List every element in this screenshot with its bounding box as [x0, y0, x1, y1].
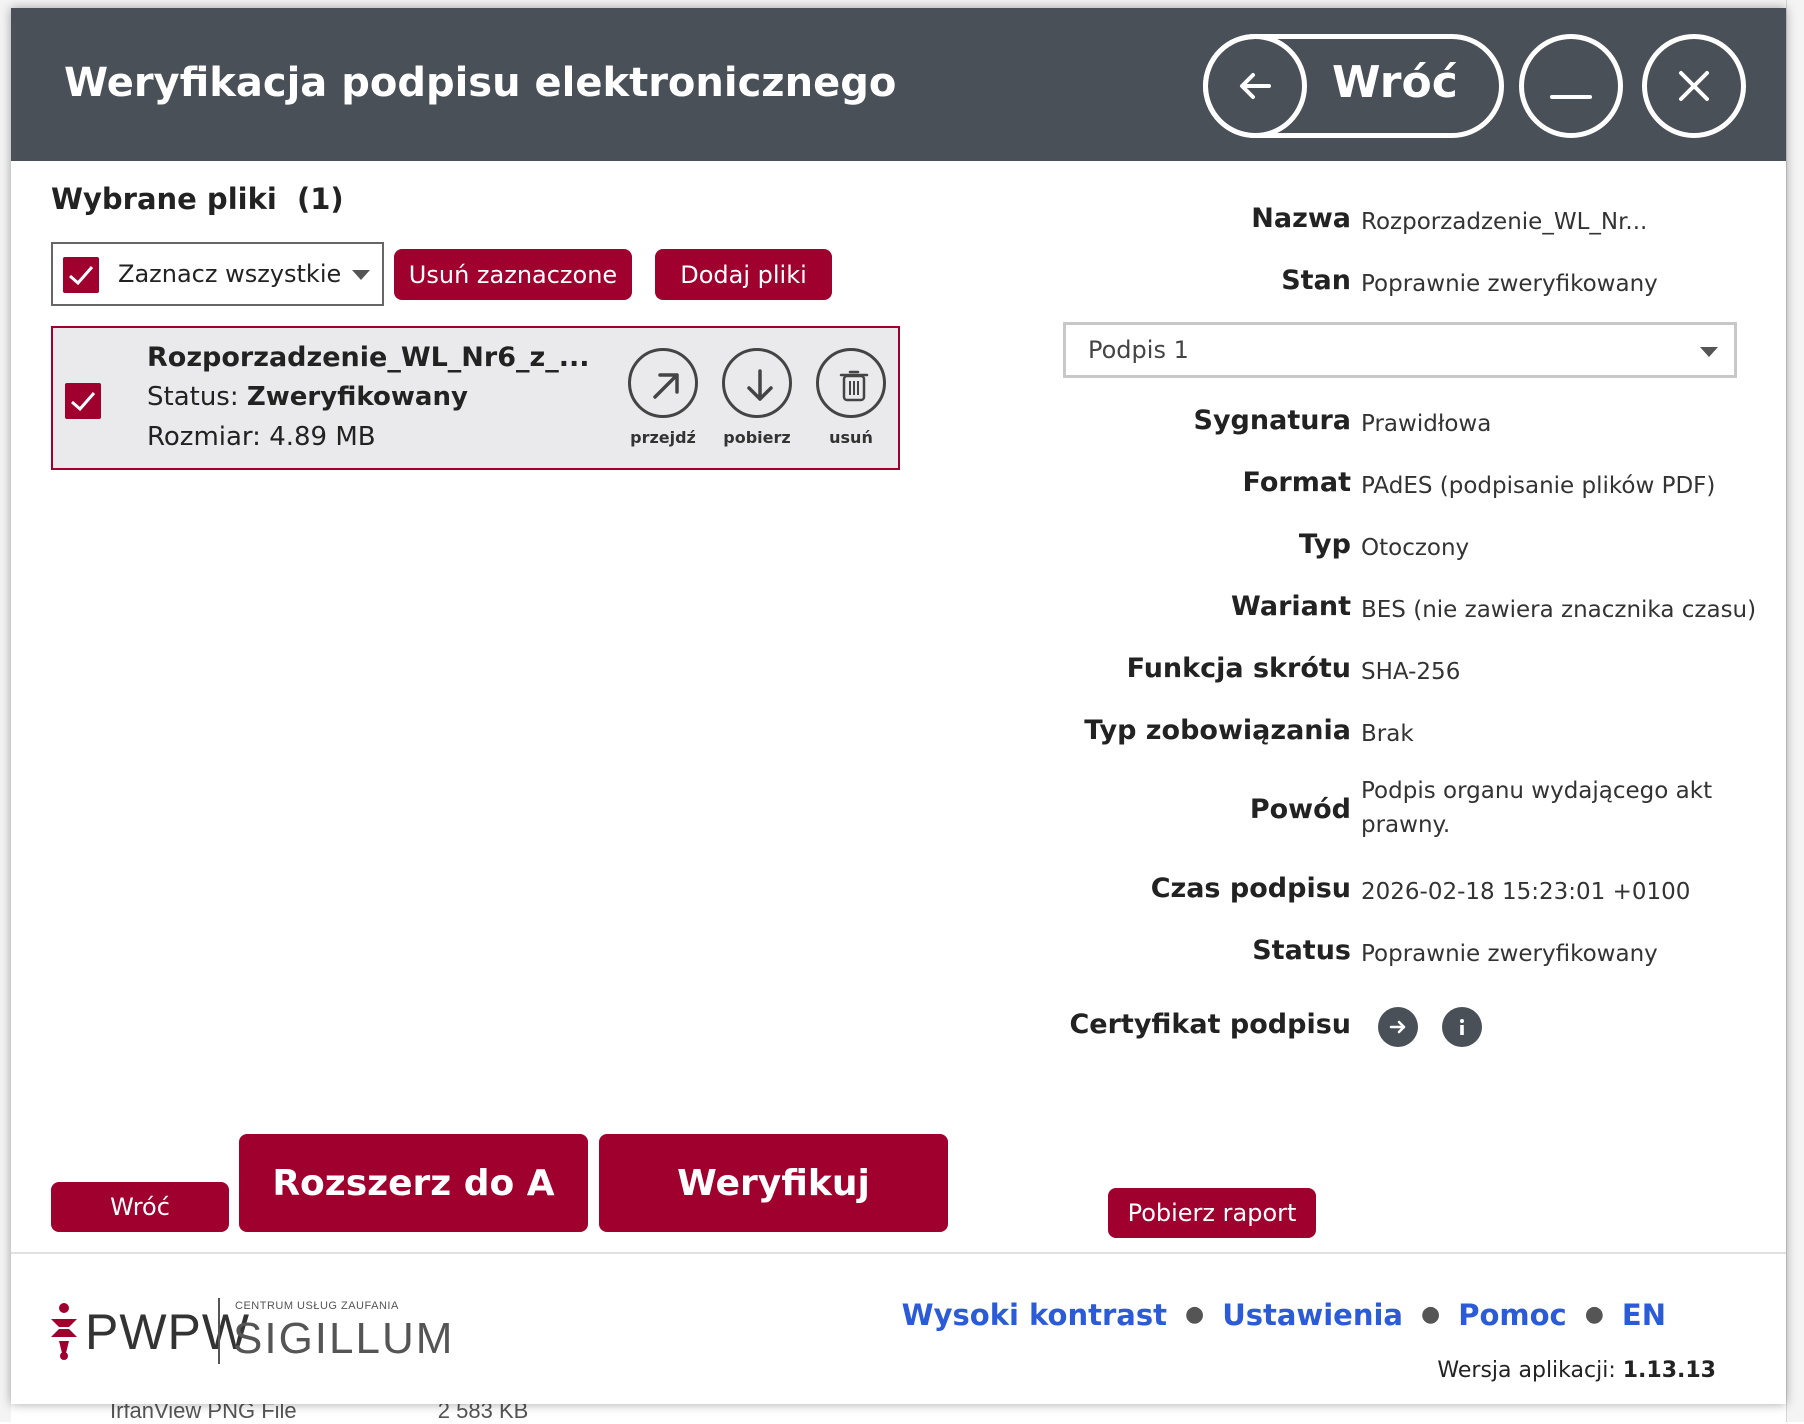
back-button[interactable]: Wróć	[1203, 34, 1504, 138]
chevron-down-icon	[1700, 347, 1718, 357]
pwpw-emblem-icon	[51, 1303, 77, 1360]
download-file-label: pobierz	[723, 428, 791, 447]
language-link[interactable]: EN	[1622, 1298, 1666, 1332]
footer-divider	[11, 1252, 1786, 1254]
arrow-right-icon	[1389, 1020, 1406, 1034]
background-right	[1786, 0, 1804, 1422]
footer-links: Wysoki kontrast ● Ustawienia ● Pomoc ● EN	[902, 1298, 1666, 1332]
separator-dot: ●	[1420, 1302, 1441, 1327]
select-all-dropdown[interactable]: Zaznacz wszystkie	[51, 242, 384, 306]
detail-label: Powód	[1249, 794, 1351, 825]
close-button[interactable]	[1642, 34, 1746, 138]
download-file-button[interactable]: pobierz	[719, 348, 795, 447]
close-icon	[1679, 71, 1709, 101]
logo-divider	[218, 1298, 220, 1364]
trash-icon	[839, 370, 869, 402]
detail-value: 2026-02-18 15:23:01 +0100	[1361, 879, 1691, 905]
detail-value: Podpis organu wydającego akt prawny.	[1361, 778, 1713, 838]
chevron-down-icon	[352, 270, 370, 280]
file-status: Status: Zweryfikowany	[147, 382, 468, 412]
title-bar: Weryfikacja podpisu elektronicznego Wróć	[11, 8, 1786, 161]
detail-label: Typ zobowiązania	[1084, 715, 1351, 746]
remove-selected-button[interactable]: Usuń zaznaczone	[394, 249, 632, 300]
arrow-up-right-icon	[653, 373, 679, 399]
detail-label: Wariant	[1231, 591, 1351, 622]
signature-dropdown-label: Podpis 1	[1088, 336, 1189, 364]
back-arrow-icon	[1203, 34, 1307, 138]
back-bottom-button[interactable]: Wróć	[51, 1182, 229, 1232]
pwpw-sigillum-logo: PWPW CENTRUM USŁUG ZAUFANIA SIGILLUM	[49, 1298, 452, 1368]
go-to-file-button[interactable]: przejdź	[625, 348, 701, 447]
detail-label: Funkcja skrótu	[1126, 653, 1351, 684]
arrow-down-icon	[747, 369, 773, 401]
detail-label: Status	[1252, 935, 1351, 966]
detail-value: Otoczony	[1361, 535, 1470, 561]
separator-dot: ●	[1584, 1302, 1604, 1327]
delete-file-button[interactable]: usuń	[813, 348, 889, 447]
checkmark-icon	[69, 266, 94, 286]
detail-value: SHA-256	[1361, 659, 1461, 685]
detail-certificate-label: Certyfikat podpisu	[1069, 1009, 1351, 1040]
minimize-button[interactable]	[1519, 34, 1623, 138]
separator-dot: ●	[1184, 1302, 1205, 1327]
info-icon	[1460, 1019, 1464, 1035]
detail-label: Czas podpisu	[1150, 873, 1351, 904]
logo-pwpw-text: PWPW	[85, 1304, 251, 1360]
verification-window: Weryfikacja podpisu elektronicznego Wróć…	[11, 8, 1786, 1404]
background-top	[0, 0, 1804, 8]
signature-dropdown[interactable]: Podpis 1	[1063, 322, 1737, 378]
file-item[interactable]: Rozporzadzenie_WL_Nr6_z_... Status: Zwer…	[51, 326, 900, 470]
certificate-go-button[interactable]	[1378, 1007, 1418, 1047]
checkmark-icon	[71, 392, 96, 412]
detail-state-label: Stan	[1281, 265, 1351, 296]
extend-button[interactable]: Rozszerz do A	[239, 1134, 588, 1232]
file-status-prefix: Status:	[147, 382, 247, 412]
selected-files-title: Wybrane pliki (1)	[51, 182, 344, 216]
select-all-checkbox[interactable]	[63, 257, 99, 293]
file-checkbox[interactable]	[65, 383, 101, 419]
window-title: Weryfikacja podpisu elektronicznego	[64, 60, 897, 106]
go-to-file-label: przejdź	[630, 428, 696, 447]
help-link[interactable]: Pomoc	[1458, 1298, 1567, 1332]
detail-value: Brak	[1361, 721, 1414, 747]
download-report-button[interactable]: Pobierz raport	[1108, 1188, 1316, 1238]
verify-button[interactable]: Weryfikuj	[599, 1134, 948, 1232]
app-version-label: Wersja aplikacji:	[1437, 1358, 1623, 1383]
app-version-value: 1.13.13	[1622, 1358, 1716, 1383]
detail-value: BES (nie zawiera znacznika czasu)	[1361, 597, 1757, 623]
back-button-label: Wróć	[1332, 57, 1458, 108]
file-status-value: Zweryfikowany	[246, 382, 468, 412]
minimize-icon	[1550, 95, 1592, 99]
certificate-info-button[interactable]	[1442, 1007, 1482, 1047]
detail-state-value: Poprawnie zweryfikowany	[1361, 271, 1658, 297]
detail-name-label: Nazwa	[1251, 203, 1351, 234]
settings-link[interactable]: Ustawienia	[1222, 1298, 1403, 1332]
detail-label: Format	[1242, 467, 1351, 498]
logo-sigillum-text: SIGILLUM	[233, 1314, 455, 1363]
detail-name-value: Rozporzadzenie_WL_Nr...	[1361, 209, 1648, 235]
detail-label: Typ	[1298, 529, 1351, 560]
file-name: Rozporzadzenie_WL_Nr6_z_...	[147, 342, 590, 373]
file-size: Rozmiar: 4.89 MB	[147, 422, 376, 452]
detail-label: Sygnatura	[1193, 405, 1351, 436]
detail-value: Poprawnie zweryfikowany	[1361, 941, 1658, 967]
detail-value: PAdES (podpisanie plików PDF)	[1361, 473, 1716, 499]
detail-value: Prawidłowa	[1361, 411, 1492, 437]
delete-file-label: usuń	[829, 428, 873, 447]
app-version: Wersja aplikacji: 1.13.13	[1437, 1358, 1716, 1383]
background-left	[0, 0, 11, 1422]
select-all-label: Zaznacz wszystkie	[118, 260, 342, 288]
add-files-button[interactable]: Dodaj pliki	[655, 249, 832, 300]
logo-small-text: CENTRUM USŁUG ZAUFANIA	[235, 1300, 399, 1312]
high-contrast-link[interactable]: Wysoki kontrast	[902, 1298, 1167, 1332]
